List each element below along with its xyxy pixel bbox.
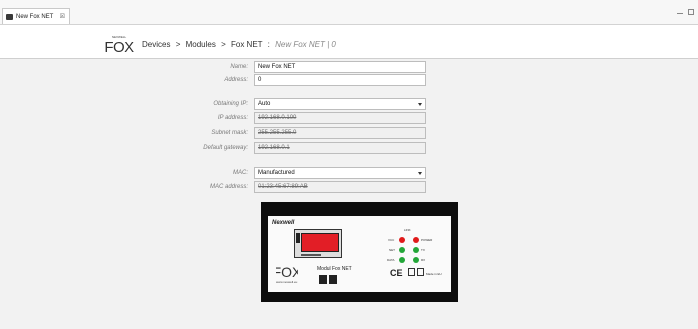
ip-address-input: 192.168.0.100	[254, 112, 426, 124]
device-fox-logo: FOX	[276, 264, 298, 279]
breadcrumb-separator: >	[175, 40, 181, 49]
led-label-net: NET	[389, 248, 395, 252]
led-tx-indicator	[413, 247, 419, 253]
logo-text: FOX	[104, 39, 134, 54]
tab-new-fox-net[interactable]: New Fox NET ☒	[2, 8, 70, 24]
close-icon[interactable]: ☒	[60, 13, 65, 20]
display-connector	[296, 233, 300, 243]
breadcrumb-modules[interactable]: Modules	[186, 40, 216, 49]
device-logo-text: FOX	[276, 264, 298, 279]
device-display	[301, 233, 339, 252]
device-brand: Nexwell	[272, 220, 295, 226]
mac-select[interactable]: Manufactured	[254, 167, 426, 179]
device-url: www.nexwell.eu	[276, 280, 298, 284]
breadcrumb-fox-net[interactable]: Fox NET	[231, 40, 262, 49]
weee-icon	[408, 268, 415, 276]
tab-title: New Fox NET	[16, 13, 54, 20]
name-input[interactable]: New Fox NET	[254, 61, 426, 73]
name-label: Name:	[230, 64, 248, 70]
led-vcc-indicator	[399, 237, 405, 243]
module-icon	[6, 13, 13, 20]
ce-mark: CE	[390, 268, 403, 278]
obtaining-ip-select[interactable]: Auto	[254, 98, 426, 110]
ethernet-port-icon	[319, 275, 327, 284]
mac-address-input: 01:23:45:67:89:AB	[254, 181, 426, 193]
minimize-icon[interactable]	[677, 13, 683, 14]
address-label: Address:	[224, 77, 248, 83]
breadcrumb-separator: >	[221, 40, 226, 49]
device-front-panel: Nexwell LINK VCC POWER NET TX DATA RX FO…	[268, 216, 451, 292]
display-housing	[294, 229, 342, 258]
led-label-power: POWER	[421, 238, 433, 242]
maximize-icon[interactable]	[688, 9, 694, 15]
breadcrumb-devices[interactable]: Devices	[142, 40, 170, 49]
obtaining-ip-label: Obtaining IP:	[213, 101, 248, 107]
led-rx-indicator	[413, 257, 419, 263]
editor-tab-bar: New Fox NET ☒	[0, 0, 698, 25]
led-label-tx: TX	[421, 248, 425, 252]
display-strip	[301, 254, 321, 256]
led-header-label: LINK	[404, 228, 411, 232]
led-label-vcc: VCC	[388, 238, 395, 242]
mac-label: MAC:	[233, 170, 248, 176]
default-gateway-input: 192.168.0.1	[254, 142, 426, 154]
fox-logo: NEXWELL FOX	[104, 35, 134, 54]
subnet-mask-label: Subnet mask:	[211, 130, 248, 136]
breadcrumb-separator: :	[267, 40, 270, 49]
breadcrumb: Devices > Modules > Fox NET : New Fox NE…	[142, 40, 336, 49]
led-power-indicator	[413, 237, 419, 243]
mac-address-label: MAC address:	[209, 184, 248, 190]
breadcrumb-current: New Fox NET | 0	[275, 40, 336, 49]
device-image: Nexwell LINK VCC POWER NET TX DATA RX FO…	[261, 202, 458, 302]
led-data-indicator	[399, 257, 405, 263]
window-controls	[677, 9, 694, 15]
subnet-mask-input: 255.255.255.0	[254, 127, 426, 139]
led-label-rx: RX	[421, 258, 426, 262]
certification-icons	[408, 268, 424, 276]
power-port-icon	[329, 275, 337, 284]
device-module-name: Modul Fox NET	[317, 266, 352, 272]
ip-address-label: IP address:	[217, 115, 248, 121]
made-in-label: Made in EU	[426, 272, 442, 276]
address-input[interactable]: 0	[254, 74, 426, 86]
led-net-indicator	[399, 247, 405, 253]
default-gateway-label: Default gateway:	[203, 145, 248, 151]
rohs-icon	[417, 268, 424, 276]
led-label-data: DATA	[387, 258, 395, 262]
